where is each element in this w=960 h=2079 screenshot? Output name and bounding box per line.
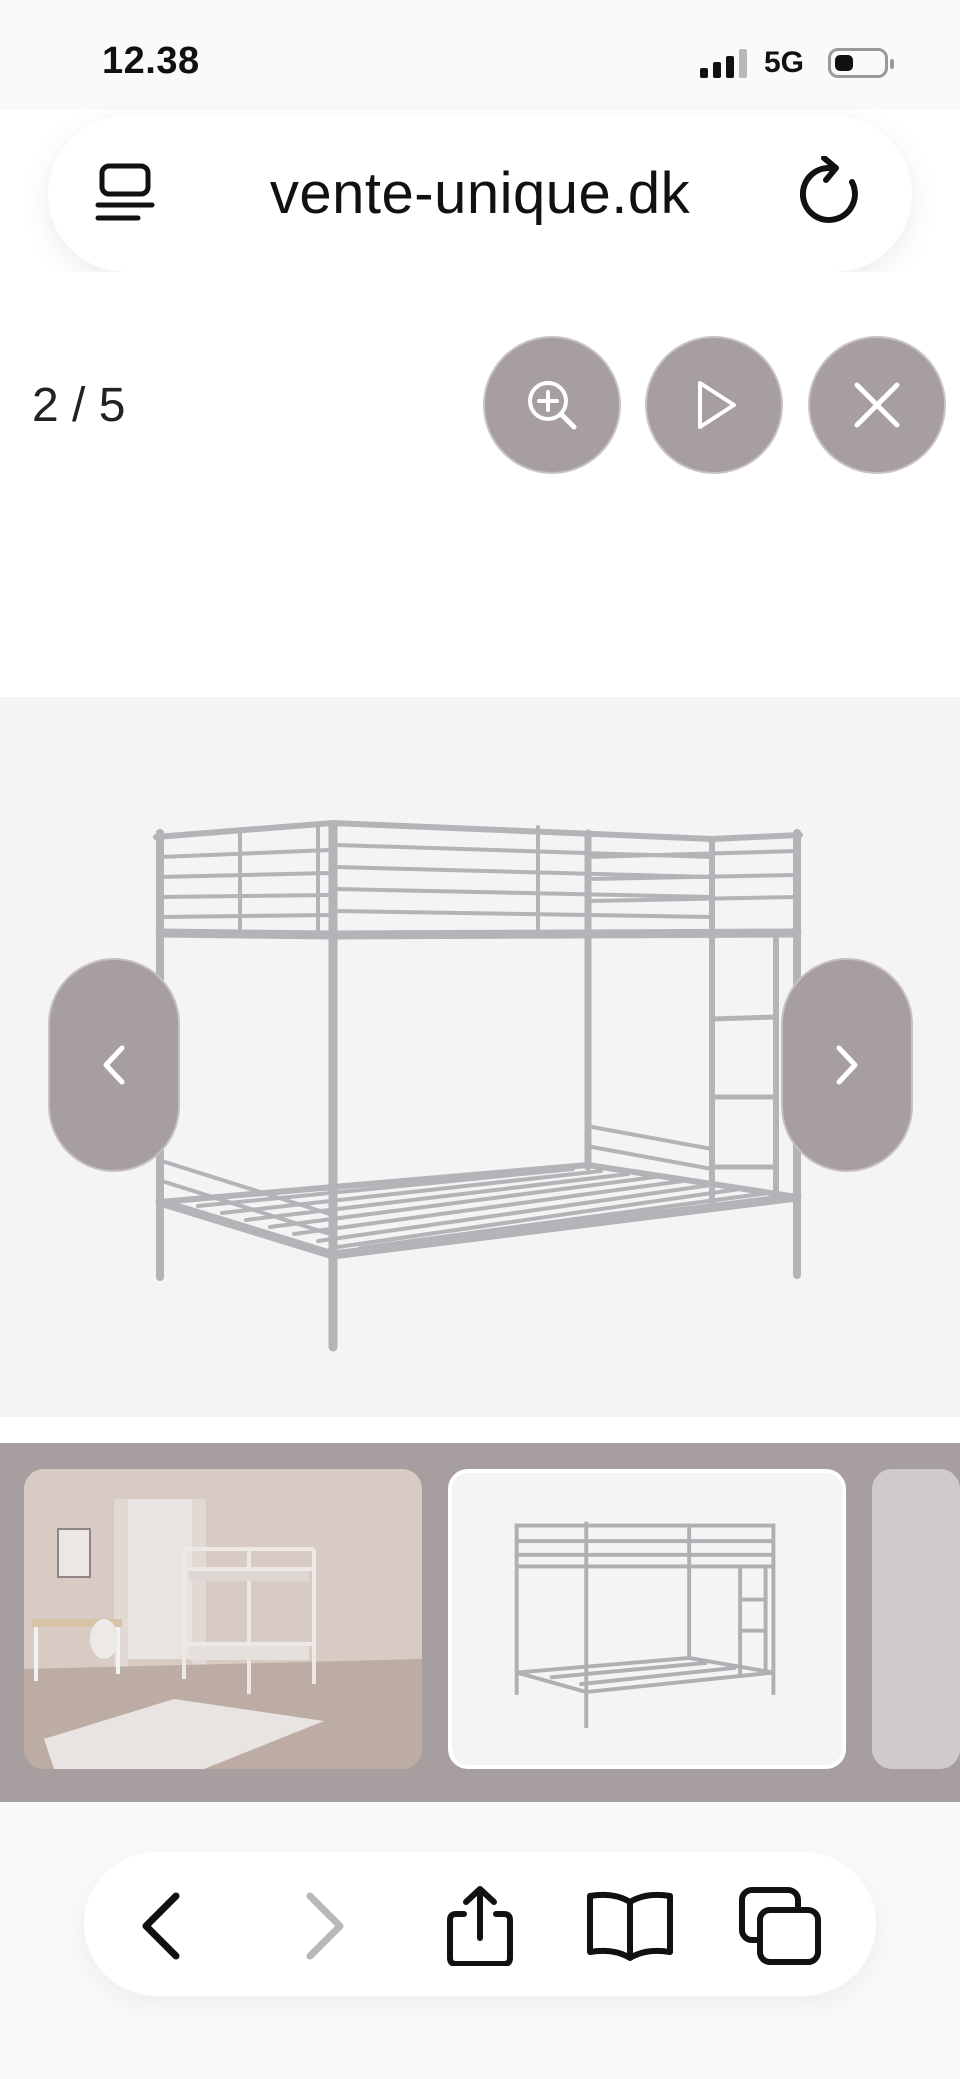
bunk-bed-thumbnail-image <box>452 1473 842 1765</box>
zoom-in-button[interactable] <box>483 336 621 474</box>
thumbnail-room-scene[interactable] <box>24 1469 422 1769</box>
slideshow-play-button[interactable] <box>645 336 783 474</box>
share-button[interactable] <box>434 1886 526 1966</box>
chevron-left-icon <box>103 1045 125 1085</box>
image-lightbox: 2 / 5 <box>0 272 960 1805</box>
status-time: 12.38 <box>102 40 200 82</box>
next-image-button[interactable] <box>781 958 913 1172</box>
back-button[interactable] <box>118 1886 210 1966</box>
zoom-in-icon <box>528 381 577 430</box>
previous-image-button[interactable] <box>48 958 180 1172</box>
toolbar-container <box>84 1852 876 1996</box>
close-icon <box>854 382 900 428</box>
thumbnail-partial[interactable] <box>872 1469 960 1769</box>
thumbnail-bunk-bed[interactable] <box>448 1469 846 1769</box>
address-bar[interactable]: vente-unique.dk <box>48 116 912 272</box>
browser-toolbar <box>0 1802 960 2079</box>
chevron-right-icon <box>836 1045 858 1085</box>
bookmarks-icon <box>587 1891 673 1961</box>
back-icon <box>142 1892 180 1960</box>
room-scene-image <box>24 1469 422 1769</box>
share-icon <box>447 1886 513 1966</box>
forward-icon <box>306 1892 344 1960</box>
reload-icon[interactable] <box>800 156 868 228</box>
forward-button[interactable] <box>276 1886 368 1966</box>
bookmarks-button[interactable] <box>584 1886 676 1966</box>
image-counter: 2 / 5 <box>32 379 126 432</box>
tabs-button[interactable] <box>734 1886 826 1966</box>
network-type: 5G <box>764 46 805 79</box>
url-text[interactable]: vente-unique.dk <box>48 160 912 227</box>
play-icon <box>698 381 736 429</box>
cellular-signal-icon <box>700 48 747 78</box>
thumbnail-strip <box>0 1443 960 1805</box>
battery-icon <box>828 48 894 78</box>
tabs-icon <box>739 1887 821 1965</box>
status-bar: 12.38 5G <box>0 0 960 110</box>
close-lightbox-button[interactable] <box>808 336 946 474</box>
